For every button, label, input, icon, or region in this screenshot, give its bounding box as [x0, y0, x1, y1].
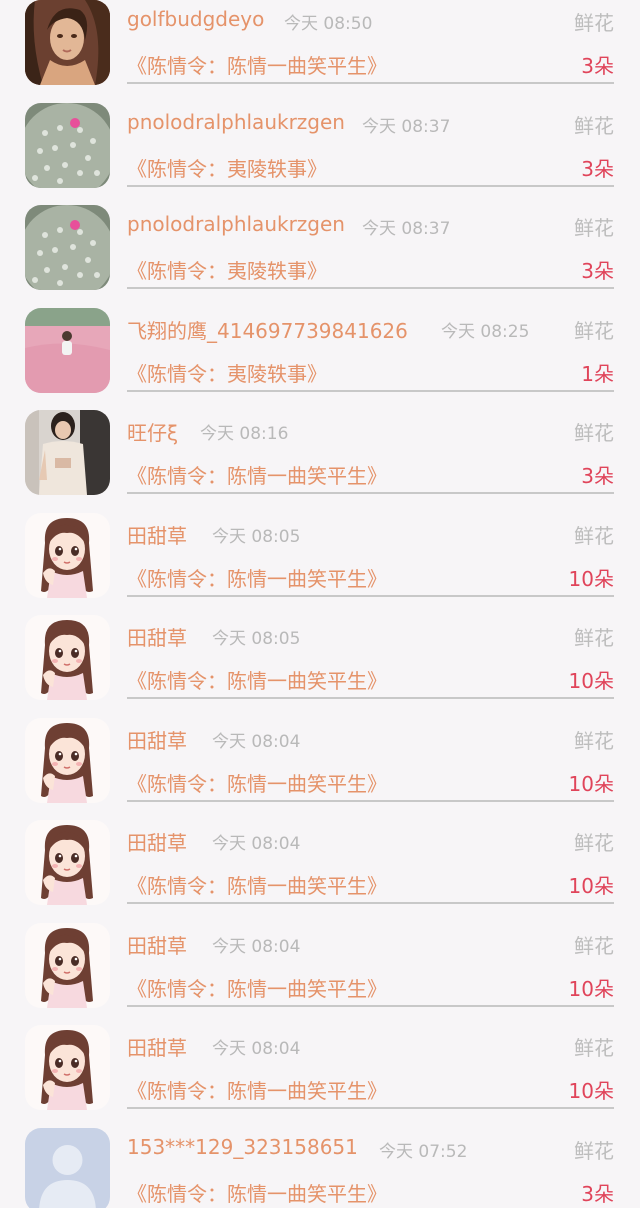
row-divider — [127, 492, 614, 494]
gift-count: 10朵 — [568, 1079, 614, 1103]
timestamp: 今天 08:16 — [200, 424, 289, 444]
gift-record-row[interactable]: 田甜草 今天 08:04 鲜花《陈情令：陈情一曲笑平生》 10朵 — [0, 1023, 640, 1125]
gift-type: 鲜花 — [574, 421, 614, 445]
user-name[interactable]: 田甜草 — [127, 725, 187, 754]
anime-girl-avatar[interactable] — [25, 718, 110, 803]
timestamp: 今天 08:50 — [284, 14, 373, 34]
anime-girl-avatar[interactable] — [25, 615, 110, 700]
timestamp: 今天 07:52 — [379, 1142, 468, 1162]
gift-record-row[interactable]: pnolodralphlaukrzgen 今天 08:37 鲜花《陈情令：夷陵轶事》… — [0, 101, 640, 203]
work-title[interactable]: 《陈情令：陈情一曲笑平生》 — [127, 460, 387, 489]
gift-count: 10朵 — [568, 567, 614, 591]
gift-record-row[interactable]: 田甜草 今天 08:05 鲜花《陈情令：陈情一曲笑平生》 10朵 — [0, 613, 640, 715]
gift-record-row[interactable]: pnolodralphlaukrzgen 今天 08:37 鲜花《陈情令：夷陵轶事》… — [0, 203, 640, 305]
user-name[interactable]: pnolodralphlaukrzgen — [127, 212, 345, 236]
timestamp: 今天 08:37 — [362, 117, 451, 137]
timestamp: 今天 08:04 — [212, 834, 301, 854]
gift-count: 3朵 — [581, 1182, 614, 1206]
work-title[interactable]: 《陈情令：夷陵轶事》 — [127, 255, 327, 284]
woman-photo-avatar[interactable] — [25, 0, 110, 85]
row-divider — [127, 185, 614, 187]
gift-record-row[interactable]: 田甜草 今天 08:05 鲜花《陈情令：陈情一曲笑平生》 10朵 — [0, 511, 640, 613]
anime-girl-avatar[interactable] — [25, 1025, 110, 1110]
default-user-avatar[interactable] — [25, 1128, 110, 1208]
work-title[interactable]: 《陈情令：陈情一曲笑平生》 — [127, 768, 387, 797]
gift-record-row[interactable]: 飞翔的鹰_414697739841626 今天 08:25 鲜花《陈情令：夷陵轶事》… — [0, 306, 640, 408]
gift-count: 1朵 — [581, 362, 614, 386]
user-name[interactable]: 田甜草 — [127, 930, 187, 959]
gift-record-row[interactable]: 153***129_323158651 今天 07:52 鲜花《陈情令：陈情一曲笑平… — [0, 1126, 640, 1208]
user-name[interactable]: pnolodralphlaukrzgen — [127, 110, 345, 134]
girl-photo-avatar[interactable] — [25, 410, 110, 495]
timestamp: 今天 08:04 — [212, 1039, 301, 1059]
gift-record-row[interactable]: 田甜草 今天 08:04 鲜花《陈情令：陈情一曲笑平生》 10朵 — [0, 716, 640, 818]
user-name[interactable]: 旺仔ξ — [127, 417, 178, 446]
timestamp: 今天 08:04 — [212, 732, 301, 752]
user-name[interactable]: 田甜草 — [127, 827, 187, 856]
gift-count: 10朵 — [568, 669, 614, 693]
gift-count: 10朵 — [568, 977, 614, 1001]
gift-type: 鲜花 — [574, 216, 614, 240]
gift-type: 鲜花 — [574, 1139, 614, 1163]
user-name[interactable]: 田甜草 — [127, 520, 187, 549]
row-divider — [127, 390, 614, 392]
timestamp: 今天 08:05 — [212, 629, 301, 649]
gift-record-row[interactable]: 旺仔ξ 今天 08:16 鲜花《陈情令：陈情一曲笑平生》 3朵 — [0, 408, 640, 510]
timestamp: 今天 08:25 — [441, 322, 530, 342]
row-divider — [127, 697, 614, 699]
work-title[interactable]: 《陈情令：陈情一曲笑平生》 — [127, 870, 387, 899]
row-divider — [127, 800, 614, 802]
work-title[interactable]: 《陈情令：夷陵轶事》 — [127, 153, 327, 182]
gift-count: 10朵 — [568, 874, 614, 898]
gift-type: 鲜花 — [574, 319, 614, 343]
gift-type: 鲜花 — [574, 934, 614, 958]
gift-count: 3朵 — [581, 464, 614, 488]
row-divider — [127, 1107, 614, 1109]
gift-type: 鲜花 — [574, 729, 614, 753]
work-title[interactable]: 《陈情令：陈情一曲笑平生》 — [127, 50, 387, 79]
anime-girl-avatar[interactable] — [25, 923, 110, 1008]
timestamp: 今天 08:04 — [212, 937, 301, 957]
user-name[interactable]: 田甜草 — [127, 622, 187, 651]
user-name[interactable]: 153***129_323158651 — [127, 1135, 358, 1159]
gift-count: 3朵 — [581, 157, 614, 181]
gift-count: 3朵 — [581, 54, 614, 78]
gift-type: 鲜花 — [574, 11, 614, 35]
gift-type: 鲜花 — [574, 1036, 614, 1060]
cactus-avatar[interactable] — [25, 103, 110, 188]
work-title[interactable]: 《陈情令：夷陵轶事》 — [127, 358, 327, 387]
gift-type: 鲜花 — [574, 831, 614, 855]
work-title[interactable]: 《陈情令：陈情一曲笑平生》 — [127, 1075, 387, 1104]
gift-type: 鲜花 — [574, 114, 614, 138]
work-title[interactable]: 《陈情令：陈情一曲笑平生》 — [127, 973, 387, 1002]
work-title[interactable]: 《陈情令：陈情一曲笑平生》 — [127, 665, 387, 694]
gift-type: 鲜花 — [574, 626, 614, 650]
anime-girl-avatar[interactable] — [25, 820, 110, 905]
gift-record-row[interactable]: 田甜草 今天 08:04 鲜花《陈情令：陈情一曲笑平生》 10朵 — [0, 818, 640, 920]
gift-record-row[interactable]: 田甜草 今天 08:04 鲜花《陈情令：陈情一曲笑平生》 10朵 — [0, 921, 640, 1023]
work-title[interactable]: 《陈情令：陈情一曲笑平生》 — [127, 563, 387, 592]
timestamp: 今天 08:05 — [212, 527, 301, 547]
gift-count: 3朵 — [581, 259, 614, 283]
row-divider — [127, 595, 614, 597]
row-divider — [127, 82, 614, 84]
pink-field-avatar[interactable] — [25, 308, 110, 393]
cactus-avatar[interactable] — [25, 205, 110, 290]
row-divider — [127, 1005, 614, 1007]
row-divider — [127, 287, 614, 289]
row-divider — [127, 902, 614, 904]
gift-type: 鲜花 — [574, 524, 614, 548]
work-title[interactable]: 《陈情令：陈情一曲笑平生》 — [127, 1178, 387, 1207]
gift-record-row[interactable]: golfbudgdeyo 今天 08:50 鲜花《陈情令：陈情一曲笑平生》 3朵 — [0, 0, 640, 100]
timestamp: 今天 08:37 — [362, 219, 451, 239]
user-name[interactable]: golfbudgdeyo — [127, 7, 264, 31]
gift-record-list: golfbudgdeyo 今天 08:50 鲜花 《陈情令：陈情一曲笑平生》 3朵 pn… — [0, 0, 640, 1208]
gift-count: 10朵 — [568, 772, 614, 796]
user-name[interactable]: 飞翔的鹰_414697739841626 — [127, 315, 408, 344]
anime-girl-avatar[interactable] — [25, 513, 110, 598]
user-name[interactable]: 田甜草 — [127, 1032, 187, 1061]
